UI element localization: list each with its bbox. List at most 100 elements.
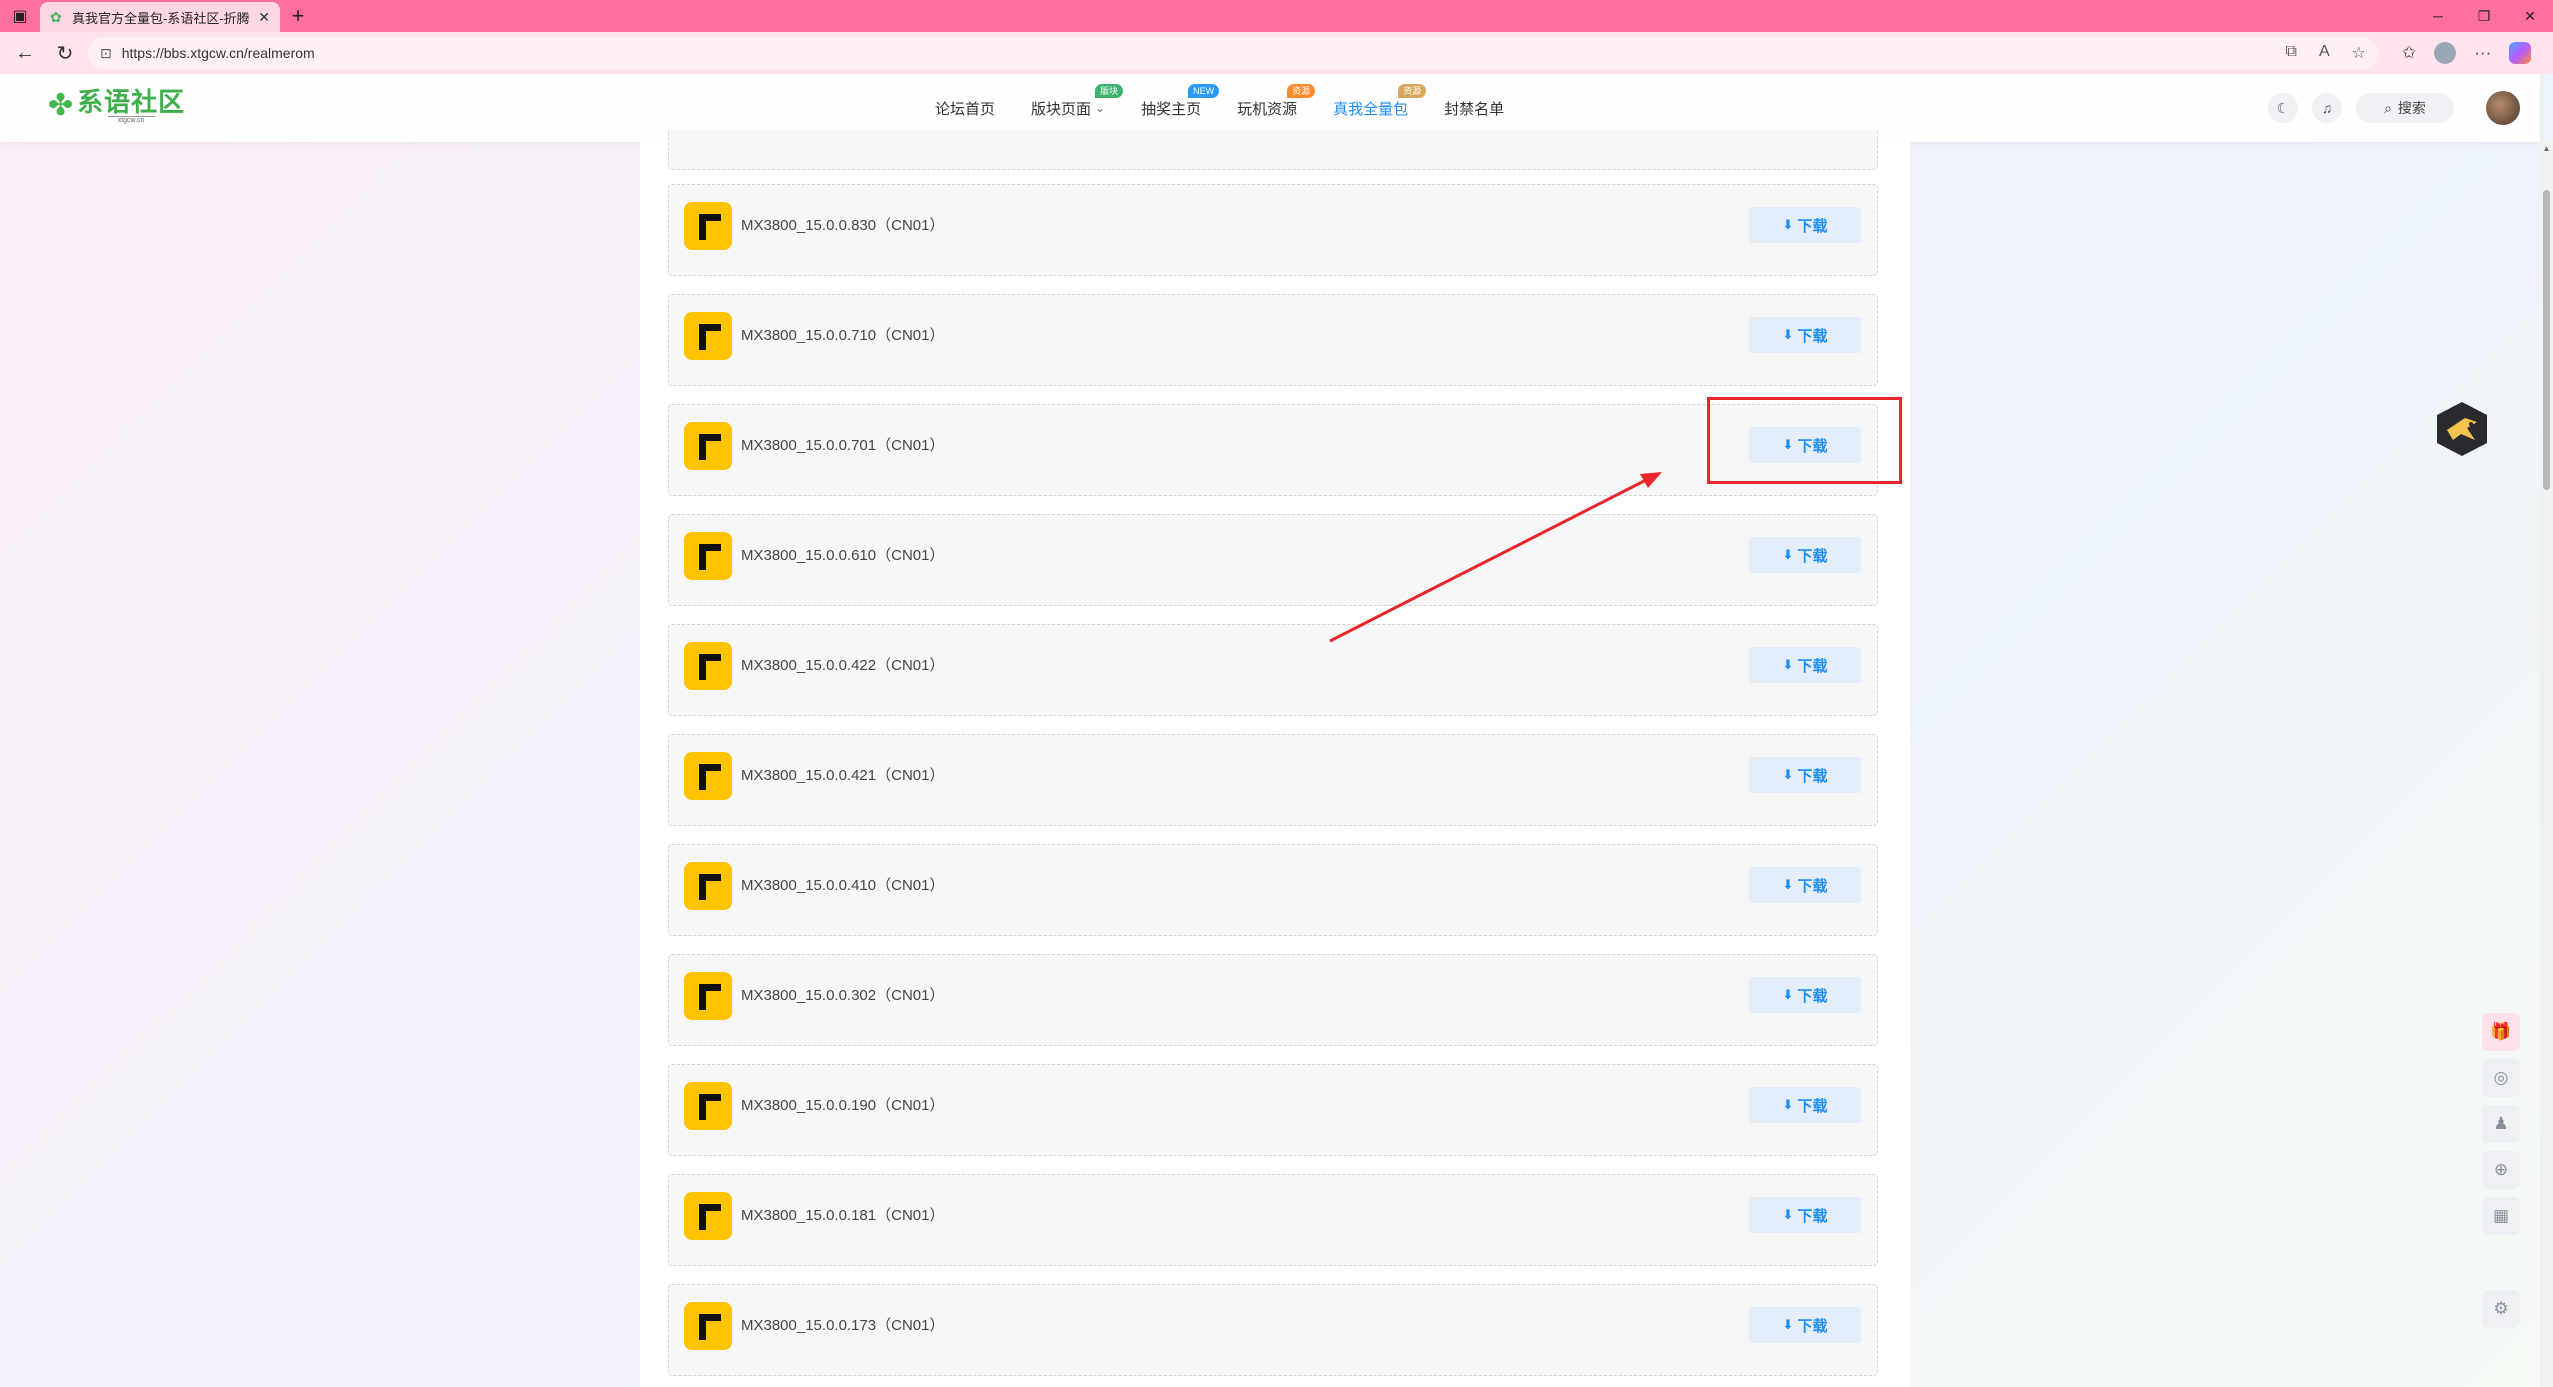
- favicon-icon: ✿: [50, 9, 62, 25]
- open-app-icon[interactable]: ⧉: [2286, 43, 2297, 63]
- minimize-icon[interactable]: ─: [2415, 0, 2461, 32]
- logo-domain: xtgcw.cn: [107, 116, 155, 124]
- rom-name: MX3800_15.0.0.190（CN01）: [741, 1097, 945, 1114]
- download-label: 下载: [1797, 1207, 1828, 1225]
- bell-icon[interactable]: ♫: [2312, 93, 2342, 123]
- more-menu-icon[interactable]: ···: [2474, 43, 2491, 63]
- nav-sections[interactable]: 版块页面 ⌄ 版块: [1031, 83, 1124, 119]
- plus-circle-icon[interactable]: ⊕: [2482, 1151, 2520, 1189]
- realme-rom-icon: [684, 1192, 732, 1240]
- rom-list-item: MX3800_15.0.0.181（CN01） ⬇ 下载: [668, 1174, 1878, 1266]
- favorite-star-icon[interactable]: ☆: [2352, 43, 2366, 63]
- mascot-icon[interactable]: [2435, 400, 2489, 458]
- download-icon: ⬇: [1782, 877, 1794, 892]
- page-scrollbar[interactable]: [2540, 142, 2553, 1387]
- header-tools: ☾ ♫ ⌕ 搜索: [2268, 74, 2540, 142]
- read-aloud-icon[interactable]: A: [2319, 43, 2330, 63]
- rom-name: MX3800_15.0.0.410（CN01）: [741, 877, 945, 894]
- download-button[interactable]: ⬇ 下载: [1749, 1197, 1861, 1233]
- annotation-highlight-box: [1707, 397, 1902, 484]
- rom-list-item: MX3800_15.0.0.422（CN01） ⬇ 下载: [668, 624, 1878, 716]
- nav-forum-home[interactable]: 论坛首页: [935, 98, 995, 119]
- realme-rom-icon: [684, 972, 732, 1020]
- rom-list-item: MX3800_15.0.0.610（CN01） ⬇ 下载: [668, 514, 1878, 606]
- nav-badge: 资源: [1398, 83, 1427, 98]
- nav-label: 玩机资源: [1237, 100, 1298, 118]
- avatar[interactable]: [2486, 91, 2520, 125]
- realme-rom-icon: [684, 422, 732, 470]
- download-button[interactable]: ⬇ 下载: [1749, 647, 1861, 683]
- download-button[interactable]: ⬇ 下载: [1749, 317, 1861, 353]
- download-label: 下载: [1797, 327, 1828, 345]
- gear-icon[interactable]: ⚙: [2482, 1290, 2520, 1328]
- search-button[interactable]: ⌕ 搜索: [2356, 93, 2454, 123]
- realme-rom-icon: [684, 532, 732, 580]
- window-controls: ─ ❐ ✕: [2415, 0, 2553, 32]
- download-icon: ⬇: [1782, 657, 1794, 672]
- back-icon[interactable]: ←: [8, 36, 42, 70]
- nav-badge: 资源: [1287, 83, 1316, 98]
- rom-name: MX3800_15.0.0.701（CN01）: [741, 437, 945, 454]
- nav-badge: NEW: [1188, 83, 1220, 98]
- realme-rom-icon: [684, 202, 732, 250]
- wechat-icon[interactable]: ◎: [2482, 1059, 2520, 1097]
- site-logo[interactable]: ✤ 系语社区 xtgcw.cn: [48, 88, 185, 124]
- rom-name: MX3800_15.0.0.302（CN01）: [741, 987, 945, 1004]
- search-icon: ⌕: [2384, 99, 2392, 116]
- download-button[interactable]: ⬇ 下载: [1749, 1087, 1861, 1123]
- nav-resources[interactable]: 玩机资源 资源: [1237, 83, 1316, 119]
- copilot-icon[interactable]: [2509, 42, 2532, 64]
- download-button[interactable]: ⬇ 下载: [1749, 207, 1861, 243]
- rom-list-item: MX3800_15.0.0.190（CN01） ⬇ 下载: [668, 1064, 1878, 1156]
- realme-rom-icon: [684, 1302, 732, 1350]
- download-icon: ⬇: [1782, 1207, 1794, 1222]
- download-label: 下载: [1797, 1097, 1828, 1115]
- nav-realme-full-package[interactable]: 真我全量包 资源: [1333, 83, 1427, 119]
- download-label: 下载: [1797, 657, 1828, 675]
- nav-label: 抽奖主页: [1141, 100, 1202, 118]
- browser-tab-bar: ▣ ✿ 真我官方全量包-系语社区-折腾 ✕ + ─ ❐ ✕: [0, 0, 2553, 32]
- browser-tab[interactable]: ✿ 真我官方全量包-系语社区-折腾 ✕: [40, 2, 280, 32]
- close-window-icon[interactable]: ✕: [2507, 0, 2553, 32]
- gift-icon[interactable]: 🎁: [2482, 1013, 2520, 1051]
- rom-name: MX3800_15.0.0.610（CN01）: [741, 547, 945, 564]
- moon-icon[interactable]: ☾: [2268, 93, 2298, 123]
- clover-logo-icon: ✤: [48, 89, 74, 122]
- qrcode-icon[interactable]: ▦: [2482, 1197, 2520, 1235]
- download-button[interactable]: ⬇ 下载: [1749, 977, 1861, 1013]
- rom-list-item: MX3800_15.0.0.410（CN01） ⬇ 下载: [668, 844, 1878, 936]
- download-button[interactable]: ⬇ 下载: [1749, 757, 1861, 793]
- restore-icon[interactable]: ❐: [2461, 0, 2507, 32]
- scroll-up-icon[interactable]: ▲: [2540, 142, 2553, 154]
- lock-icon[interactable]: ⊡: [100, 45, 112, 62]
- rom-list-item: MX3800_15.0.0.302（CN01） ⬇ 下载: [668, 954, 1878, 1046]
- url-field[interactable]: ⊡ https://bbs.xtgcw.cn/realmerom ⧉ A ☆: [88, 37, 2378, 69]
- qq-icon[interactable]: ♟: [2482, 1105, 2520, 1143]
- floating-toolbar: 🎁 ◎ ♟ ⊕ ▦: [2482, 1013, 2520, 1235]
- profile-icon[interactable]: [2434, 42, 2457, 64]
- download-icon: ⬇: [1782, 987, 1794, 1002]
- download-icon: ⬇: [1782, 327, 1794, 342]
- url-actions: ⧉ A ☆: [2286, 43, 2366, 63]
- url-text[interactable]: https://bbs.xtgcw.cn/realmerom: [122, 45, 315, 61]
- download-label: 下载: [1797, 877, 1828, 895]
- download-icon: ⬇: [1782, 1097, 1794, 1112]
- favorites-icon[interactable]: ✩: [2402, 43, 2416, 63]
- tab-close-icon[interactable]: ✕: [258, 9, 270, 26]
- download-icon: ⬇: [1782, 1317, 1794, 1332]
- rom-name: MX3800_15.0.0.421（CN01）: [741, 767, 945, 784]
- list-item-partial: [668, 130, 1878, 170]
- nav-label: 封禁名单: [1444, 100, 1505, 118]
- new-tab-button[interactable]: +: [280, 0, 316, 32]
- tab-title: 真我官方全量包-系语社区-折腾: [72, 10, 250, 26]
- download-icon: ⬇: [1782, 547, 1794, 562]
- download-button[interactable]: ⬇ 下载: [1749, 1307, 1861, 1343]
- download-button[interactable]: ⬇ 下载: [1749, 867, 1861, 903]
- download-label: 下载: [1797, 767, 1828, 785]
- nav-ban-list[interactable]: 封禁名单: [1444, 98, 1504, 119]
- download-button[interactable]: ⬇ 下载: [1749, 537, 1861, 573]
- nav-lottery[interactable]: 抽奖主页 NEW: [1141, 83, 1220, 119]
- scrollbar-thumb[interactable]: [2543, 190, 2550, 490]
- sidebar-toggle-icon[interactable]: ▣: [0, 0, 40, 32]
- refresh-icon[interactable]: ↻: [48, 36, 82, 70]
